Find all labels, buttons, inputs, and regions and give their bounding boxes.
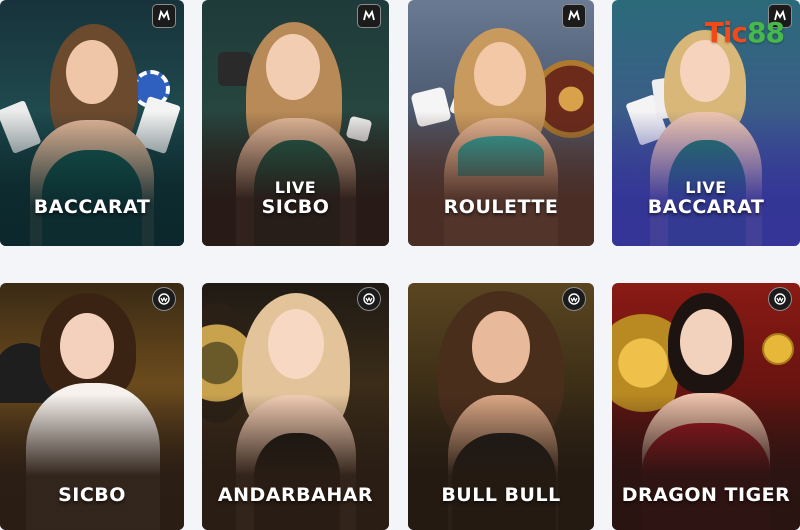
microgaming-logo-icon — [562, 4, 586, 28]
game-title-prefix: LIVE — [274, 177, 317, 197]
card-shade — [202, 394, 389, 530]
wm-casino-logo-icon — [152, 287, 176, 311]
site-logo[interactable]: Tic88 — [704, 16, 785, 49]
game-title: SICBO — [0, 483, 184, 506]
game-title-text: DRAGON TIGER — [621, 483, 791, 506]
dealer-face — [266, 34, 320, 100]
game-title-text: ROULETTE — [443, 195, 559, 218]
card-shade — [408, 110, 594, 246]
card-shade — [0, 394, 184, 530]
logo-part-1: Tic — [704, 16, 748, 49]
game-card-sicbo[interactable]: SICBO — [0, 283, 184, 530]
game-card-andarbahar[interactable]: ANDARBAHAR — [202, 283, 389, 530]
dealer-face — [472, 311, 530, 383]
game-title-text: BACCARAT — [647, 195, 765, 218]
game-title: BACCARAT — [0, 195, 184, 218]
dealer-face — [66, 40, 118, 104]
game-card-bull-bull[interactable]: BULL BULL — [408, 283, 594, 530]
logo-part-2: 88 — [747, 16, 785, 49]
card-shade — [612, 394, 800, 530]
game-card-roulette[interactable]: ROULETTE — [408, 0, 594, 246]
card-shade — [0, 110, 184, 246]
game-title: LIVE SICBO — [202, 177, 389, 218]
game-card-baccarat[interactable]: BACCARAT — [0, 0, 184, 246]
dealer-face — [680, 309, 732, 375]
game-title-text: SICBO — [58, 483, 126, 506]
wm-casino-logo-icon — [357, 287, 381, 311]
gold-coin-icon — [762, 333, 794, 365]
wm-casino-logo-icon — [768, 287, 792, 311]
dealer-face — [268, 309, 324, 379]
microgaming-logo-icon — [357, 4, 381, 28]
game-title-text: BULL BULL — [441, 483, 561, 506]
game-title: ANDARBAHAR — [202, 483, 389, 506]
game-title-prefix: LIVE — [685, 177, 727, 197]
game-card-dragon-tiger[interactable]: DRAGON TIGER — [612, 283, 800, 530]
game-card-live-sicbo[interactable]: LIVE SICBO — [202, 0, 389, 246]
dealer-face — [474, 42, 526, 106]
game-title: ROULETTE — [408, 195, 594, 218]
wm-casino-logo-icon — [562, 287, 586, 311]
game-title: BULL BULL — [408, 483, 594, 506]
dealer-face — [680, 40, 730, 102]
game-title: LIVE BACCARAT — [612, 177, 800, 218]
game-title-text: ANDARBAHAR — [217, 483, 374, 506]
game-title-text: BACCARAT — [33, 195, 151, 218]
card-shade — [408, 394, 594, 530]
game-title-text: SICBO — [261, 195, 330, 218]
microgaming-logo-icon — [152, 4, 176, 28]
dealer-face — [60, 313, 114, 379]
game-title: DRAGON TIGER — [612, 483, 800, 506]
